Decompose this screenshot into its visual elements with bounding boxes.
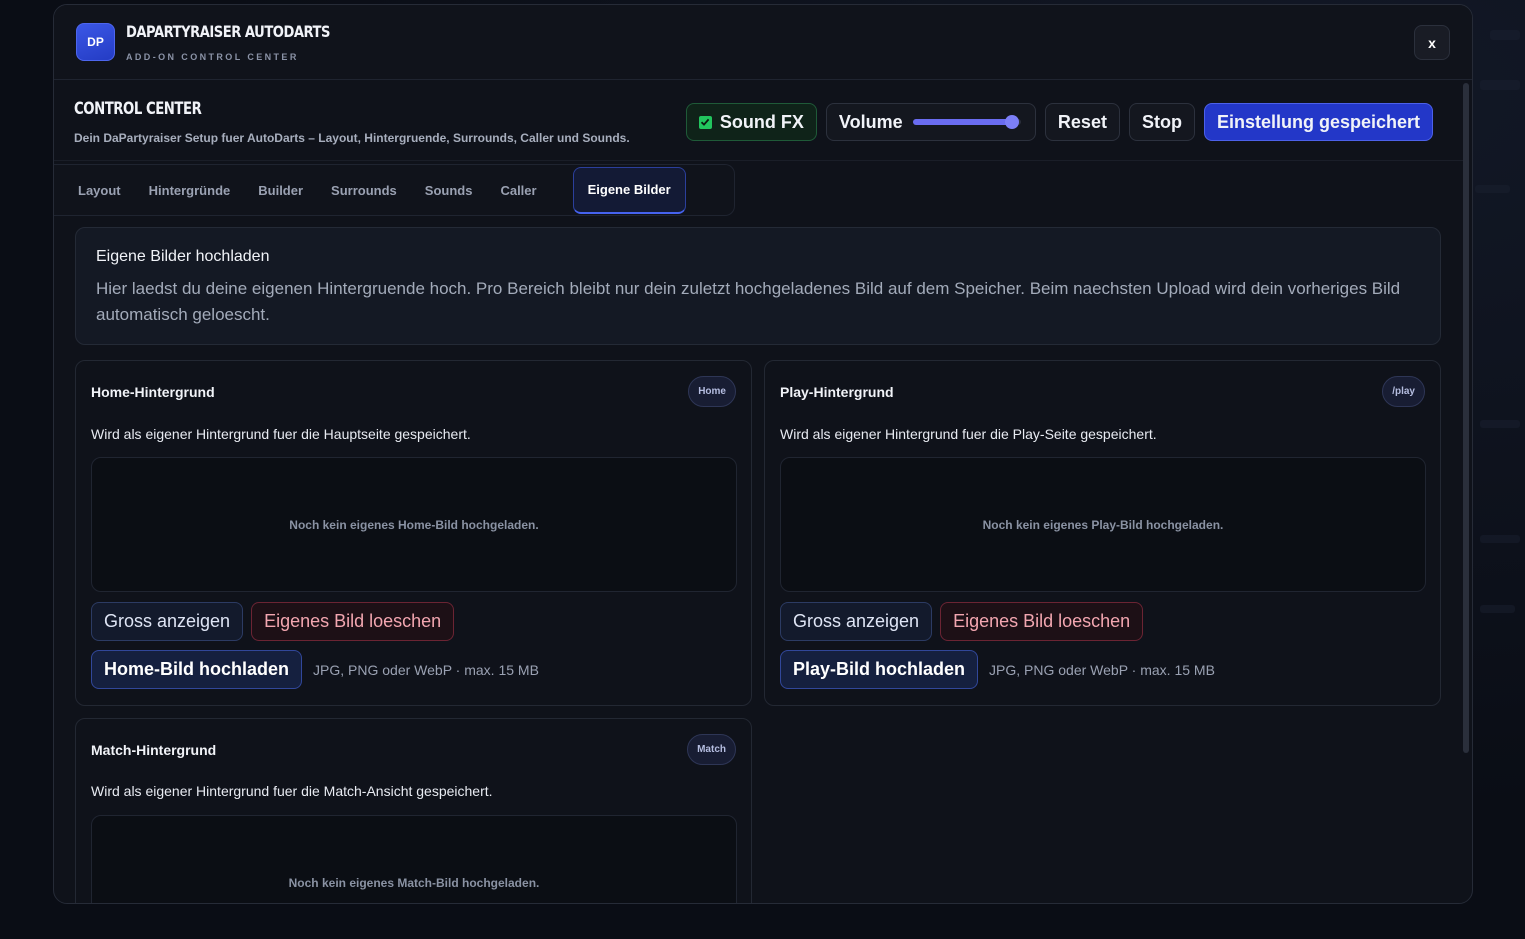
brand: DAPARTYRAISER AUTODARTS ADD-ON CONTROL C… xyxy=(126,22,375,62)
home-upload-row: Home-Bild hochladen JPG, PNG oder WebP ·… xyxy=(91,650,539,689)
tab-layout[interactable]: Layout xyxy=(64,165,135,215)
tab-surrounds[interactable]: Surrounds xyxy=(317,165,411,215)
brand-title: DAPARTYRAISER AUTODARTS xyxy=(126,22,330,41)
check-icon xyxy=(701,118,710,126)
match-image-preview: Noch kein eigenes Match-Bild hochgeladen… xyxy=(91,815,737,903)
volume-slider-handle[interactable] xyxy=(1004,115,1019,129)
backdrop-shape xyxy=(1480,605,1515,613)
volume-slider[interactable] xyxy=(912,115,1021,129)
backdrop-shape xyxy=(1475,185,1510,193)
play-upload-button[interactable]: Play-Bild hochladen xyxy=(780,650,979,689)
home-show-large-button[interactable]: Gross anzeigen xyxy=(91,602,244,641)
match-tag: Match xyxy=(687,734,736,765)
play-background-card: Play-Hintergrund /play Wird als eigener … xyxy=(764,360,1441,706)
match-card-title: Match-Hintergrund xyxy=(91,742,217,758)
home-actions: Gross anzeigen Eigenes Bild loeschen xyxy=(91,602,455,641)
sound-fx-label: Sound FX xyxy=(719,111,804,132)
stop-button[interactable]: Stop xyxy=(1128,103,1195,141)
play-card-description: Wird als eigener Hintergrund fuer die Pl… xyxy=(780,426,1157,442)
play-tag: /play xyxy=(1382,376,1425,407)
control-center-modal: DP DAPARTYRAISER AUTODARTS ADD-ON CONTRO… xyxy=(53,4,1473,904)
play-image-preview: Noch kein eigenes Play-Bild hochgeladen. xyxy=(780,457,1426,592)
logo: DP xyxy=(76,23,115,61)
play-show-large-button[interactable]: Gross anzeigen xyxy=(780,602,933,641)
volume-control: Volume xyxy=(825,103,1036,141)
backdrop-shape xyxy=(1480,535,1520,543)
match-card-description: Wird als eigener Hintergrund fuer die Ma… xyxy=(91,783,493,799)
home-image-preview: Noch kein eigenes Home-Bild hochgeladen. xyxy=(91,457,737,592)
brand-subtitle: ADD-ON CONTROL CENTER xyxy=(126,52,299,62)
control-bar: CONTROL CENTER Dein DaPartyraiser Setup … xyxy=(54,81,1464,161)
tab-bar: Layout Hintergründe Builder Surrounds So… xyxy=(54,164,735,216)
backdrop-shape xyxy=(1490,30,1520,40)
upload-info-title: Eigene Bilder hochladen xyxy=(96,248,270,265)
tab-builder[interactable]: Builder xyxy=(244,165,317,215)
save-settings-button[interactable]: Einstellung gespeichert xyxy=(1203,103,1433,141)
backdrop-shape xyxy=(1480,80,1520,90)
volume-label: Volume xyxy=(838,111,903,132)
control-center-description: Dein DaPartyraiser Setup fuer AutoDarts … xyxy=(74,131,630,145)
control-center-title: CONTROL CENTER xyxy=(74,99,202,119)
tab-sounds[interactable]: Sounds xyxy=(411,165,487,215)
play-upload-hint: JPG, PNG oder WebP · max. 15 MB xyxy=(989,661,1215,678)
modal-scrollbar[interactable] xyxy=(1463,83,1469,753)
home-background-card: Home-Hintergrund Home Wird als eigener H… xyxy=(75,360,752,706)
play-actions: Gross anzeigen Eigenes Bild loeschen xyxy=(780,602,1144,641)
play-card-title: Play-Hintergrund xyxy=(780,384,894,400)
home-upload-button[interactable]: Home-Bild hochladen xyxy=(91,650,303,689)
play-upload-row: Play-Bild hochladen JPG, PNG oder WebP ·… xyxy=(780,650,1215,689)
home-tag: Home xyxy=(688,376,736,407)
sound-fx-checkbox[interactable] xyxy=(698,115,712,129)
tab-eigene-bilder[interactable]: Eigene Bilder xyxy=(572,166,686,214)
home-delete-image-button[interactable]: Eigenes Bild loeschen xyxy=(251,602,455,641)
tab-hintergruende[interactable]: Hintergründe xyxy=(135,165,245,215)
home-card-title: Home-Hintergrund xyxy=(91,384,215,400)
tab-caller[interactable]: Caller xyxy=(486,165,550,215)
home-upload-hint: JPG, PNG oder WebP · max. 15 MB xyxy=(313,661,539,678)
upload-info-card: Eigene Bilder hochladen Hier laedst du d… xyxy=(75,227,1441,345)
close-button[interactable]: x xyxy=(1414,25,1450,60)
backdrop-shape xyxy=(1480,420,1520,428)
play-delete-image-button[interactable]: Eigenes Bild loeschen xyxy=(940,602,1144,641)
upload-info-text: Hier laedst du deine eigenen Hintergruen… xyxy=(96,279,1401,324)
reset-button[interactable]: Reset xyxy=(1044,103,1120,141)
sound-fx-toggle[interactable]: Sound FX xyxy=(685,103,817,141)
match-background-card: Match-Hintergrund Match Wird als eigener… xyxy=(75,718,752,903)
volume-slider-fill xyxy=(912,119,1012,125)
home-card-description: Wird als eigener Hintergrund fuer die Ha… xyxy=(91,426,471,442)
control-actions: Sound FX Volume Reset Stop Einstellung g… xyxy=(685,103,1433,141)
modal-header: DP DAPARTYRAISER AUTODARTS ADD-ON CONTRO… xyxy=(54,5,1472,80)
